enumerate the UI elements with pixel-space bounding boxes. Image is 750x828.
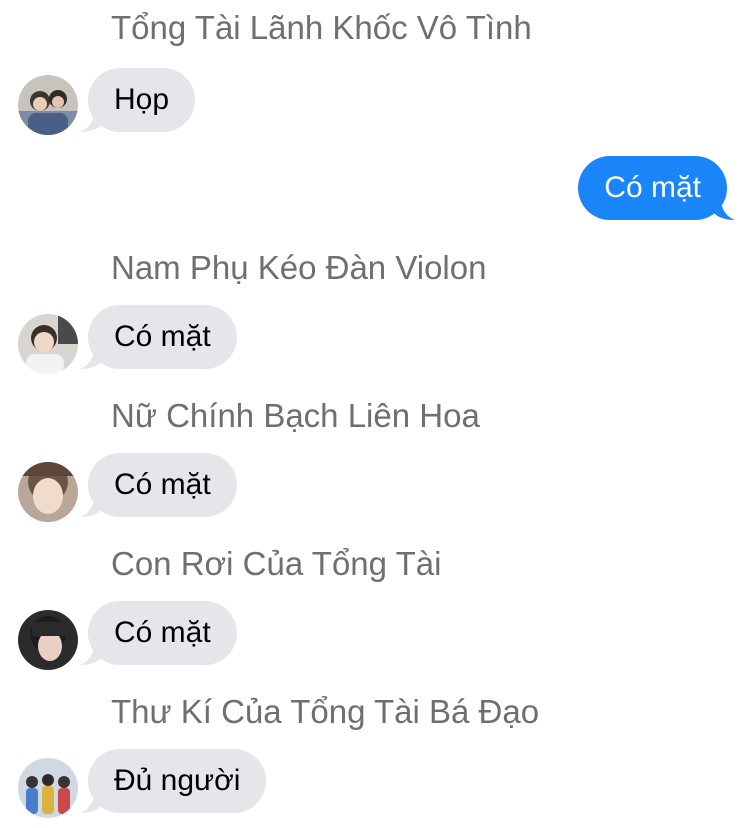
avatar[interactable]	[18, 314, 78, 374]
bubble-tail-icon	[80, 347, 102, 369]
person-photo-avatar-icon	[18, 462, 78, 522]
avatar[interactable]	[18, 462, 78, 522]
sender-name: Con Rơi Của Tổng Tài	[111, 545, 442, 582]
group-photo-avatar-icon	[18, 758, 78, 818]
message-bubble[interactable]: Họp	[80, 68, 196, 132]
chat-thread: Tổng Tài Lãnh Khốc Vô Tình Họp Có mặt Na…	[0, 0, 750, 828]
sender-name: Nam Phụ Kéo Đàn Violon	[111, 249, 487, 286]
bubble-tail-icon	[713, 198, 735, 220]
message-text: Có mặt	[114, 616, 211, 649]
message-bubble[interactable]: Có mặt	[80, 453, 237, 517]
message-text: Họp	[114, 83, 170, 116]
sender-name: Thư Kí Của Tổng Tài Bá Đạo	[111, 693, 540, 730]
bubble-tail-icon	[80, 643, 102, 665]
message-bubble[interactable]: Có mặt	[80, 305, 237, 369]
message-bubble[interactable]: Có mặt	[80, 601, 237, 665]
message-text: Có mặt	[114, 320, 211, 353]
avatar[interactable]	[18, 758, 78, 818]
message-bubble[interactable]: Đủ người	[80, 749, 267, 813]
sender-name: Nữ Chính Bạch Liên Hoa	[111, 397, 480, 434]
sender-name: Tổng Tài Lãnh Khốc Vô Tình	[111, 9, 532, 46]
person-photo-avatar-icon	[18, 314, 78, 374]
bubble-tail-icon	[80, 791, 102, 813]
message-text: Có mặt	[114, 468, 211, 501]
message-text: Có mặt	[604, 171, 701, 204]
person-photo-avatar-icon	[18, 610, 78, 670]
avatar[interactable]	[18, 610, 78, 670]
avatar[interactable]	[18, 75, 78, 135]
bubble-tail-icon	[80, 495, 102, 517]
message-bubble-outgoing[interactable]: Có mặt	[578, 156, 735, 220]
group-photo-avatar-icon	[18, 75, 78, 135]
message-text: Đủ người	[114, 764, 241, 797]
bubble-tail-icon	[80, 110, 102, 132]
